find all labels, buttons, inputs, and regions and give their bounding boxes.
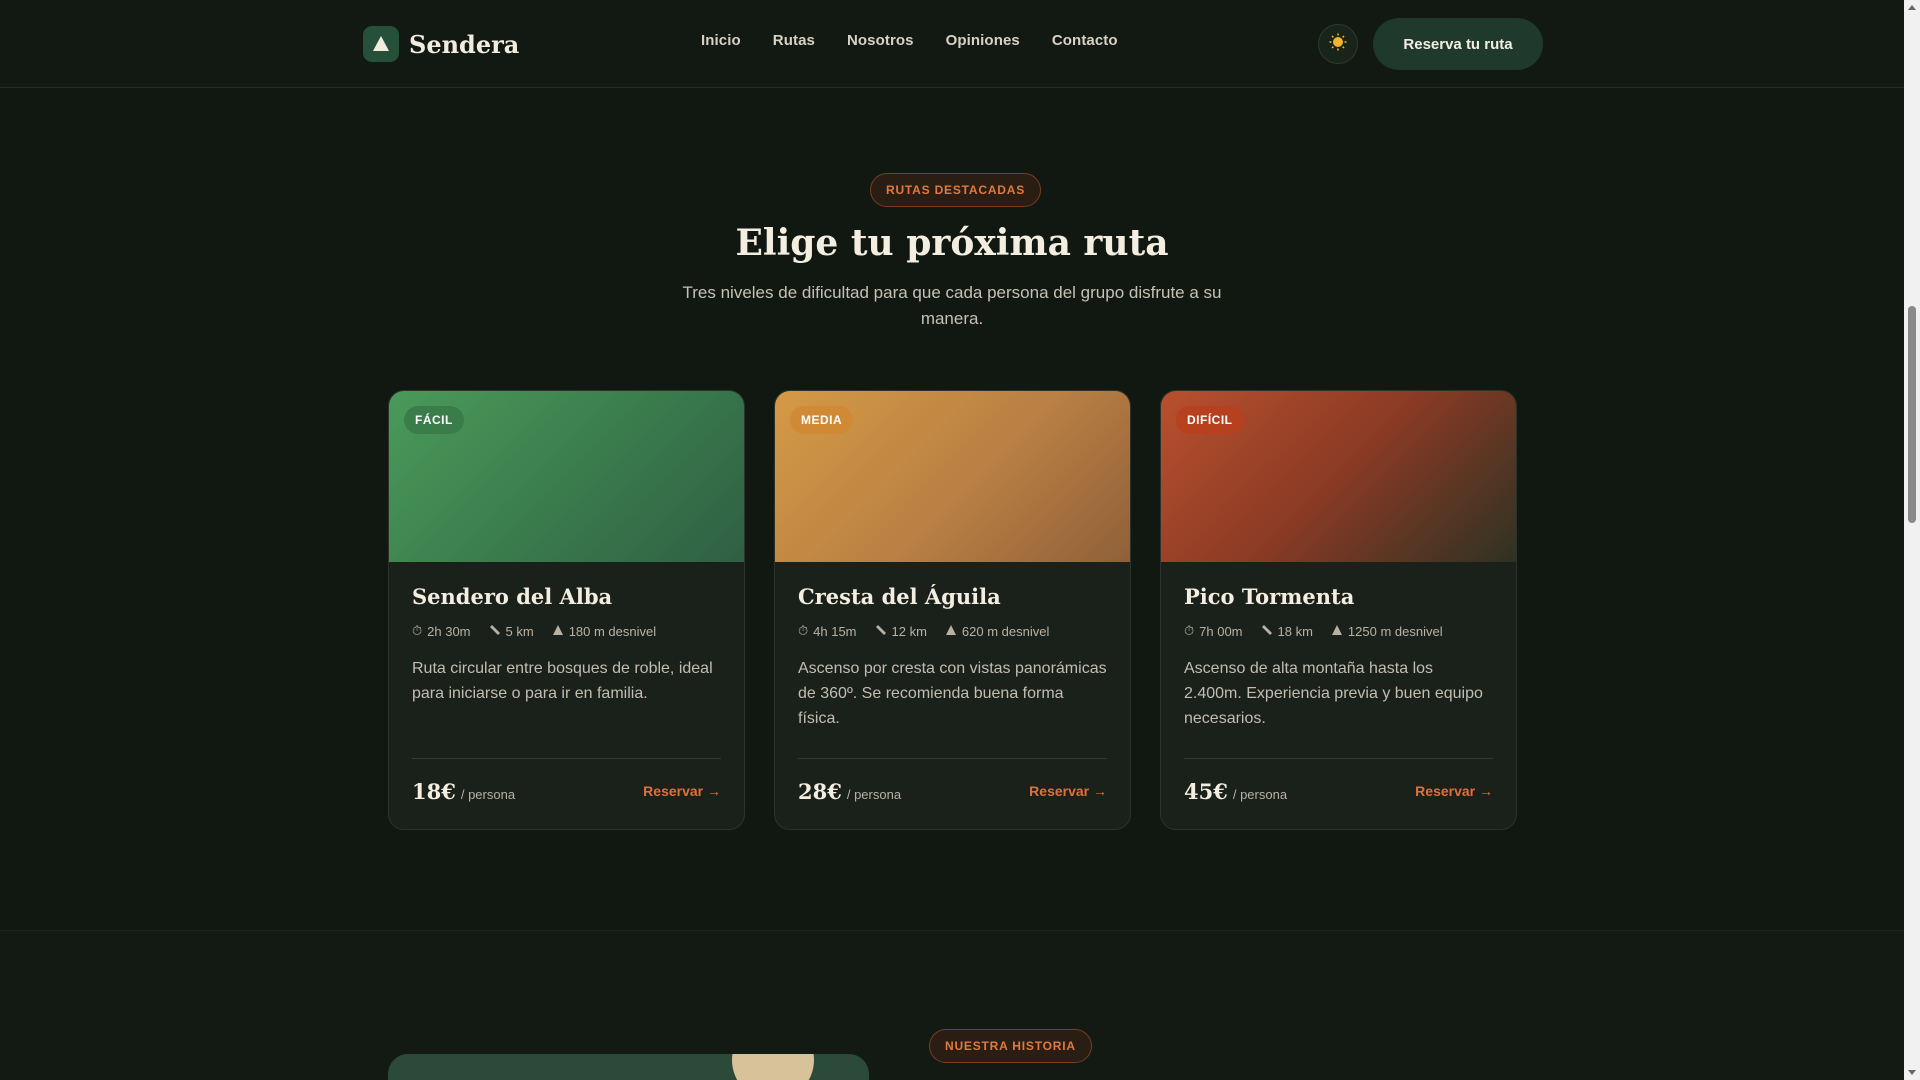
site-header: Sendera Inicio Rutas Nosotros Opiniones …: [0, 0, 1904, 88]
nav-inicio[interactable]: Inicio: [701, 32, 741, 49]
route-title: Sendero del Alba: [412, 584, 613, 609]
difficulty-badge: MEDIA: [790, 406, 854, 434]
route-meta: ⏱ 7h 00m 18 km 1250 m desnivel: [1184, 623, 1494, 639]
route-card-alba[interactable]: FÁCIL Sendero del Alba ⏱ 2h 30m 5 km 180 …: [388, 390, 745, 830]
ruler-icon: [1261, 624, 1273, 639]
nav-rutas[interactable]: Rutas: [773, 32, 815, 49]
difficulty-badge: FÁCIL: [404, 406, 464, 434]
mountain-icon: [1331, 624, 1343, 639]
route-distance: 12 km: [891, 623, 927, 639]
story-illustration: [388, 1054, 869, 1080]
section-title: Elige tu próxima ruta: [735, 222, 1169, 264]
theme-toggle-button[interactable]: [1318, 24, 1358, 64]
nav-contacto[interactable]: Contacto: [1052, 32, 1118, 49]
route-time: 4h 15m: [813, 623, 857, 639]
route-meta: ⏱ 4h 15m 12 km 620 m desnivel: [798, 623, 1108, 639]
clock-icon: ⏱: [798, 623, 809, 638]
route-meta: ⏱ 2h 30m 5 km 180 m desnivel: [412, 623, 722, 639]
route-time: 2h 30m: [427, 623, 471, 639]
route-distance: 18 km: [1277, 623, 1313, 639]
price-value: 28€: [798, 778, 842, 804]
price-unit: / persona: [1232, 786, 1288, 802]
route-price: 18€ / persona: [412, 779, 515, 804]
mountain-icon: [552, 624, 564, 639]
reserve-link[interactable]: Reservar →: [1029, 783, 1107, 799]
reserve-route-button[interactable]: Reserva tu ruta: [1373, 18, 1543, 70]
section-subtitle: Tres niveles de dificultad para que cada…: [682, 283, 1222, 328]
sun-shape: [732, 1054, 814, 1080]
clock-icon: ⏱: [412, 623, 423, 638]
route-elevation: 620 m desnivel: [961, 623, 1050, 639]
scroll-down-arrow-icon[interactable]: [1908, 1070, 1916, 1075]
route-description: Ruta circular entre bosques de roble, id…: [412, 660, 713, 702]
brand-name: Sendera: [409, 29, 520, 59]
mountain-icon: [363, 26, 399, 62]
reserve-link[interactable]: Reservar →: [1415, 783, 1493, 799]
sun-icon: [1329, 33, 1347, 56]
card-divider: [412, 758, 721, 759]
price-unit: / persona: [460, 786, 516, 802]
route-card-tormenta[interactable]: DIFÍCIL Pico Tormenta ⏱ 7h 00m 18 km 1250…: [1160, 390, 1517, 830]
route-title: Cresta del Águila: [798, 584, 1001, 609]
card-divider: [1184, 758, 1493, 759]
page-scrollbar[interactable]: [1904, 0, 1920, 1080]
mountain-icon: [945, 624, 957, 639]
nav-opiniones[interactable]: Opiniones: [946, 32, 1020, 49]
route-price: 28€ / persona: [798, 779, 901, 804]
scrollbar-thumb[interactable]: [1908, 306, 1916, 523]
route-time: 7h 00m: [1199, 623, 1243, 639]
price-value: 45€: [1184, 778, 1228, 804]
route-card-aguila[interactable]: MEDIA Cresta del Águila ⏱ 4h 15m 12 km 62…: [774, 390, 1131, 830]
route-description: Ascenso por cresta con vistas panorámica…: [798, 660, 1107, 727]
route-price: 45€ / persona: [1184, 779, 1287, 804]
section-pill: RUTAS DESTACADAS: [870, 173, 1042, 207]
price-unit: / persona: [846, 786, 902, 802]
route-elevation: 1250 m desnivel: [1347, 623, 1443, 639]
route-title: Pico Tormenta: [1184, 584, 1355, 609]
nav-nosotros[interactable]: Nosotros: [847, 32, 914, 49]
route-distance: 5 km: [505, 623, 534, 639]
ruler-icon: [489, 624, 501, 639]
ruler-icon: [875, 624, 887, 639]
reserve-link[interactable]: Reservar →: [643, 783, 721, 799]
price-value: 18€: [412, 778, 456, 804]
card-divider: [798, 758, 1107, 759]
main-nav: Inicio Rutas Nosotros Opiniones Contacto: [701, 32, 1118, 49]
route-elevation: 180 m desnivel: [568, 623, 657, 639]
brand-logo[interactable]: Sendera: [363, 26, 519, 62]
difficulty-badge: DIFÍCIL: [1176, 406, 1244, 434]
clock-icon: ⏱: [1184, 623, 1195, 638]
scroll-up-arrow-icon[interactable]: [1908, 5, 1916, 10]
route-description: Ascenso de alta montaña hasta los 2.400m…: [1184, 660, 1483, 727]
story-pill: NUESTRA HISTORIA: [929, 1029, 1092, 1063]
